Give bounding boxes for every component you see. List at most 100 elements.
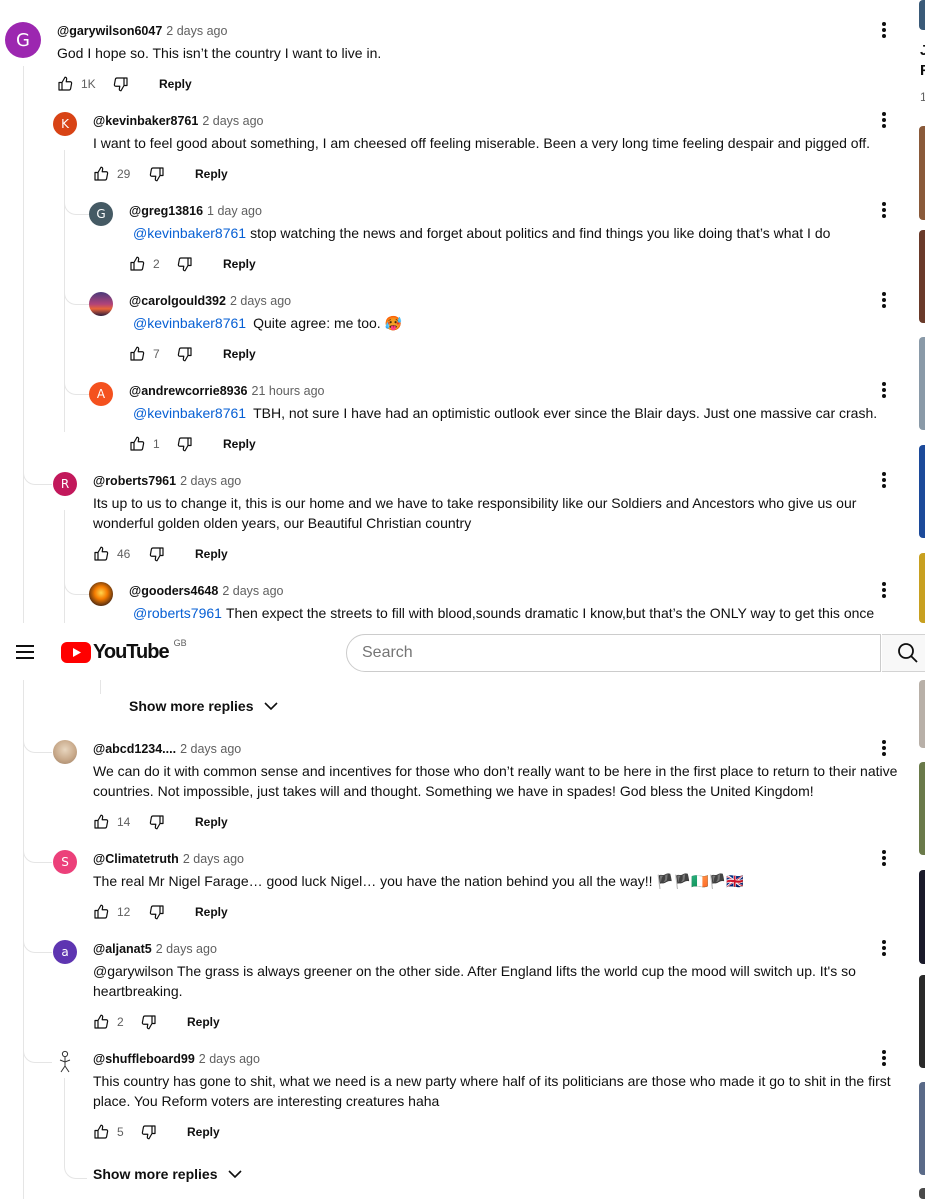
show-more-replies-button[interactable]: Show more replies: [129, 698, 279, 714]
comment-author[interactable]: @gooders4648: [129, 584, 218, 598]
reply-button[interactable]: Reply: [187, 1015, 220, 1029]
guide-menu-button[interactable]: [13, 640, 37, 664]
avatar[interactable]: [89, 292, 113, 316]
comment-time[interactable]: 2 days ago: [199, 1052, 260, 1066]
avatar[interactable]: G: [5, 22, 41, 58]
comment-time[interactable]: 2 days ago: [180, 742, 241, 756]
avatar[interactable]: [53, 1050, 77, 1074]
reply-button[interactable]: Reply: [223, 437, 256, 451]
like-button[interactable]: [89, 900, 113, 924]
comment-time[interactable]: 1 day ago: [207, 204, 262, 218]
dislike-button[interactable]: [109, 72, 133, 96]
youtube-logo[interactable]: YouTube GB: [61, 638, 187, 664]
more-actions-button[interactable]: [872, 198, 896, 222]
reply-button[interactable]: Reply: [187, 1125, 220, 1139]
avatar[interactable]: R: [53, 472, 77, 496]
dislike-button[interactable]: [173, 432, 197, 456]
like-button[interactable]: [125, 432, 149, 456]
sidebar-thumbnail[interactable]: [919, 230, 925, 323]
like-button[interactable]: [89, 1120, 113, 1144]
more-actions-button[interactable]: [872, 18, 896, 42]
comment-author[interactable]: @roberts7961: [93, 474, 176, 488]
comment-author[interactable]: @carolgould392: [129, 294, 226, 308]
comment-author[interactable]: @shuffleboard99: [93, 1052, 195, 1066]
sidebar-thumbnail[interactable]: [919, 975, 925, 1068]
sidebar-thumbnail[interactable]: [919, 126, 925, 220]
avatar[interactable]: A: [89, 382, 113, 406]
reply-button[interactable]: Reply: [223, 257, 256, 271]
search-button[interactable]: [882, 634, 925, 672]
more-actions-button[interactable]: [872, 936, 896, 960]
comment-author[interactable]: @aljanat5: [93, 942, 152, 956]
like-button[interactable]: [125, 342, 149, 366]
more-actions-button[interactable]: [872, 846, 896, 870]
comment-author[interactable]: @kevinbaker8761: [93, 114, 198, 128]
like-button[interactable]: [125, 252, 149, 276]
avatar[interactable]: [89, 582, 113, 606]
reply-button[interactable]: Reply: [195, 547, 228, 561]
comment-time[interactable]: 2 days ago: [183, 852, 244, 866]
dislike-button[interactable]: [145, 542, 169, 566]
dislike-button[interactable]: [173, 342, 197, 366]
sidebar-thumbnail[interactable]: [919, 870, 925, 964]
comment-time[interactable]: 2 days ago: [166, 24, 227, 38]
comment-author[interactable]: @andrewcorrie8936: [129, 384, 248, 398]
more-actions-button[interactable]: [872, 108, 896, 132]
sidebar-thumbnail[interactable]: [919, 553, 925, 623]
comment-time[interactable]: 2 days ago: [222, 584, 283, 598]
comment-time[interactable]: 2 days ago: [156, 942, 217, 956]
dislike-button[interactable]: [137, 1010, 161, 1034]
dislike-button[interactable]: [173, 252, 197, 276]
comment-author[interactable]: @garywilson6047: [57, 24, 162, 38]
reply-button[interactable]: Reply: [223, 347, 256, 361]
dislike-button[interactable]: [137, 1120, 161, 1144]
avatar[interactable]: G: [89, 202, 113, 226]
avatar[interactable]: K: [53, 112, 77, 136]
avatar[interactable]: S: [53, 850, 77, 874]
like-button[interactable]: [89, 810, 113, 834]
youtube-page: G @garywilson6047 2 days ago God I hope s…: [0, 0, 925, 1199]
comment-actions: 12 Reply: [89, 900, 228, 924]
sidebar-thumbnail[interactable]: [919, 337, 925, 430]
avatar[interactable]: [53, 740, 77, 764]
sidebar-thumbnail[interactable]: [919, 1082, 925, 1175]
reply-button[interactable]: Reply: [195, 815, 228, 829]
dislike-button[interactable]: [145, 162, 169, 186]
more-actions-button[interactable]: [872, 378, 896, 402]
comment-time[interactable]: 2 days ago: [202, 114, 263, 128]
show-more-replies-button[interactable]: Show more replies: [93, 1166, 243, 1182]
sidebar-thumbnail[interactable]: [919, 680, 925, 748]
more-actions-button[interactable]: [872, 736, 896, 760]
reply-button[interactable]: Reply: [159, 77, 192, 91]
like-button[interactable]: [89, 162, 113, 186]
mention-link[interactable]: @kevinbaker8761: [133, 225, 246, 241]
sidebar-thumbnail[interactable]: [919, 1188, 925, 1199]
search-input[interactable]: Search: [346, 634, 881, 672]
sidebar-thumbnail[interactable]: [919, 0, 925, 30]
sidebar-thumbnail[interactable]: [919, 762, 925, 855]
dislike-button[interactable]: [145, 810, 169, 834]
reply-button[interactable]: Reply: [195, 905, 228, 919]
sidebar-thumbnail[interactable]: [919, 445, 925, 538]
reply-connector: [64, 1078, 87, 1179]
more-actions-button[interactable]: [872, 578, 896, 602]
like-button[interactable]: [89, 542, 113, 566]
comment-time[interactable]: 2 days ago: [180, 474, 241, 488]
comment-time[interactable]: 21 hours ago: [252, 384, 325, 398]
mention-link[interactable]: @roberts7961: [133, 605, 222, 621]
more-actions-button[interactable]: [872, 288, 896, 312]
mention-link[interactable]: @kevinbaker8761: [133, 405, 246, 421]
dislike-button[interactable]: [145, 900, 169, 924]
reply-button[interactable]: Reply: [195, 167, 228, 181]
comment-text: @kevinbaker8761 stop watching the news an…: [133, 223, 898, 243]
avatar[interactable]: a: [53, 940, 77, 964]
comment-author[interactable]: @abcd1234....: [93, 742, 176, 756]
comment-author[interactable]: @Climatetruth: [93, 852, 179, 866]
comment-time[interactable]: 2 days ago: [230, 294, 291, 308]
like-button[interactable]: [89, 1010, 113, 1034]
more-actions-button[interactable]: [872, 1046, 896, 1070]
mention-link[interactable]: @kevinbaker8761: [133, 315, 246, 331]
more-actions-button[interactable]: [872, 468, 896, 492]
like-button[interactable]: [53, 72, 77, 96]
comment-author[interactable]: @greg13816: [129, 204, 203, 218]
